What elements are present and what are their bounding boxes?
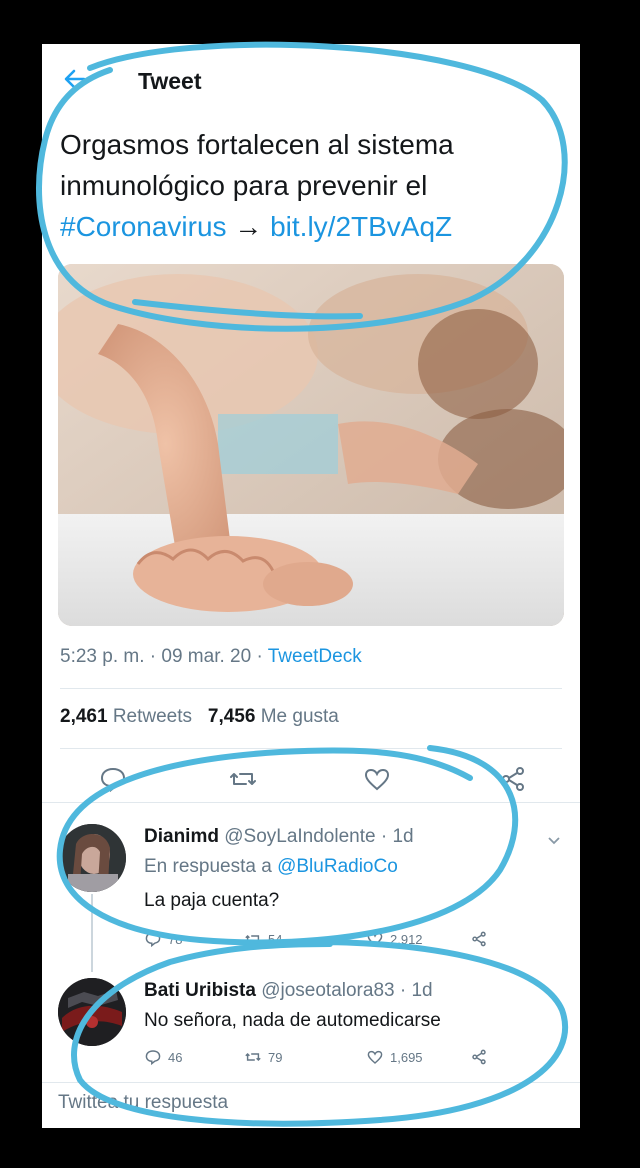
retweet-icon (245, 934, 261, 944)
reply-retweet-action[interactable]: 54 (244, 930, 282, 948)
reply-count: 46 (168, 1049, 183, 1065)
separator: · (375, 826, 393, 847)
reply-count: 78 (168, 931, 183, 947)
like-heart-icon (367, 932, 383, 946)
share-icon[interactable] (470, 930, 488, 948)
retweet-icon (245, 1052, 261, 1062)
reply-item-2[interactable]: Bati Uribista @joseotalora83 · 1d No señ… (42, 964, 580, 1084)
hashtag-link[interactable]: #Coronavirus (60, 211, 227, 242)
thread-line (91, 894, 93, 972)
divider (42, 802, 580, 803)
like-heart-icon[interactable] (362, 764, 392, 794)
in-reply-to: En respuesta a @BluRadioCo (144, 856, 398, 878)
separator: · (144, 646, 162, 667)
reply-author: Dianimd @SoyLaIndolente · 1d (144, 826, 414, 848)
tweet-timestamp: 5:23 p. m. · 09 mar. 20 · TweetDeck (60, 646, 362, 668)
tweet-source-app[interactable]: TweetDeck (268, 646, 362, 667)
page-title: Tweet (138, 68, 202, 94)
divider (42, 1082, 580, 1083)
share-icon[interactable] (470, 1048, 488, 1066)
reply-author: Bati Uribista @joseotalora83 · 1d (144, 980, 433, 1002)
reply-reply-action[interactable]: 78 (144, 930, 182, 948)
like-count: 2,912 (390, 931, 423, 947)
short-url-link[interactable]: bit.ly/2TBvAqZ (270, 211, 452, 242)
author-handle[interactable]: @joseotalora83 (261, 980, 394, 1001)
reply-like-action[interactable]: 2,912 (366, 930, 423, 948)
reply-age: 1d (392, 826, 414, 847)
tweet-detail-screen: Tweet Orgasmos fortalecen al sistema inm… (42, 44, 580, 1128)
avatar[interactable] (58, 978, 126, 1046)
likes-count: 7,456 (207, 706, 256, 727)
tweet-text-line-1: Orgasmos fortalecen al sistema (60, 129, 454, 160)
reply-action-bar: 46 79 1,695 (144, 1048, 486, 1072)
tweet-action-bar (42, 764, 580, 800)
reply-reply-action[interactable]: 46 (144, 1048, 182, 1066)
likes-stat[interactable]: 7,456 Me gusta (208, 706, 339, 727)
compose-reply-input[interactable]: Twittea tu respuesta (58, 1092, 228, 1114)
tweet-stats: 2,461 Retweets 7,456 Me gusta (60, 706, 339, 728)
back-arrow-icon[interactable] (62, 66, 88, 92)
reply-icon (145, 1050, 161, 1066)
tweet-text: Orgasmos fortalecen al sistema inmunológ… (60, 124, 560, 247)
reply-icon (145, 932, 161, 948)
author-handle[interactable]: @SoyLaIndolente (224, 826, 375, 847)
retweets-label: Retweets (112, 706, 193, 727)
like-count: 1,695 (390, 1049, 423, 1065)
chevron-down-icon[interactable] (546, 832, 562, 848)
in-reply-prefix: En respuesta a (144, 856, 278, 877)
retweet-count: 54 (268, 931, 283, 947)
top-bar: Tweet (42, 44, 580, 114)
retweet-count: 79 (268, 1049, 283, 1065)
retweet-icon[interactable] (228, 764, 258, 794)
arrow-glyph: → (226, 211, 271, 242)
reply-retweet-action[interactable]: 79 (244, 1048, 282, 1066)
reply-text: La paja cuenta? (144, 890, 280, 911)
author-name[interactable]: Dianimd (144, 826, 219, 847)
reply-like-action[interactable]: 1,695 (366, 1048, 423, 1066)
tweet-time: 5:23 p. m. (60, 646, 145, 667)
divider (60, 688, 562, 689)
reply-action-bar: 78 54 2,912 (144, 930, 486, 954)
separator: · (251, 646, 268, 667)
author-name[interactable]: Bati Uribista (144, 980, 256, 1001)
reply-icon[interactable] (98, 764, 128, 794)
tweet-text-line-3: #Coronavirus → bit.ly/2TBvAqZ (60, 206, 560, 247)
in-reply-to-link[interactable]: @BluRadioCo (277, 856, 398, 877)
share-icon[interactable] (498, 764, 528, 794)
likes-label: Me gusta (260, 706, 339, 727)
avatar[interactable] (58, 824, 126, 892)
retweets-stat[interactable]: 2,461 Retweets (60, 706, 192, 727)
like-heart-icon (367, 1050, 383, 1064)
divider (60, 748, 562, 749)
reply-age: 1d (411, 980, 433, 1001)
tweet-media-image[interactable] (58, 264, 564, 626)
separator: · (394, 980, 412, 1001)
tweet-text-line-2: inmunológico para prevenir el (60, 170, 428, 201)
tweet-date: 09 mar. 20 (161, 646, 252, 667)
reply-text: No señora, nada de automedicarse (144, 1010, 441, 1031)
reply-item-1[interactable]: Dianimd @SoyLaIndolente · 1d En respuest… (42, 806, 580, 972)
retweets-count: 2,461 (60, 706, 108, 727)
